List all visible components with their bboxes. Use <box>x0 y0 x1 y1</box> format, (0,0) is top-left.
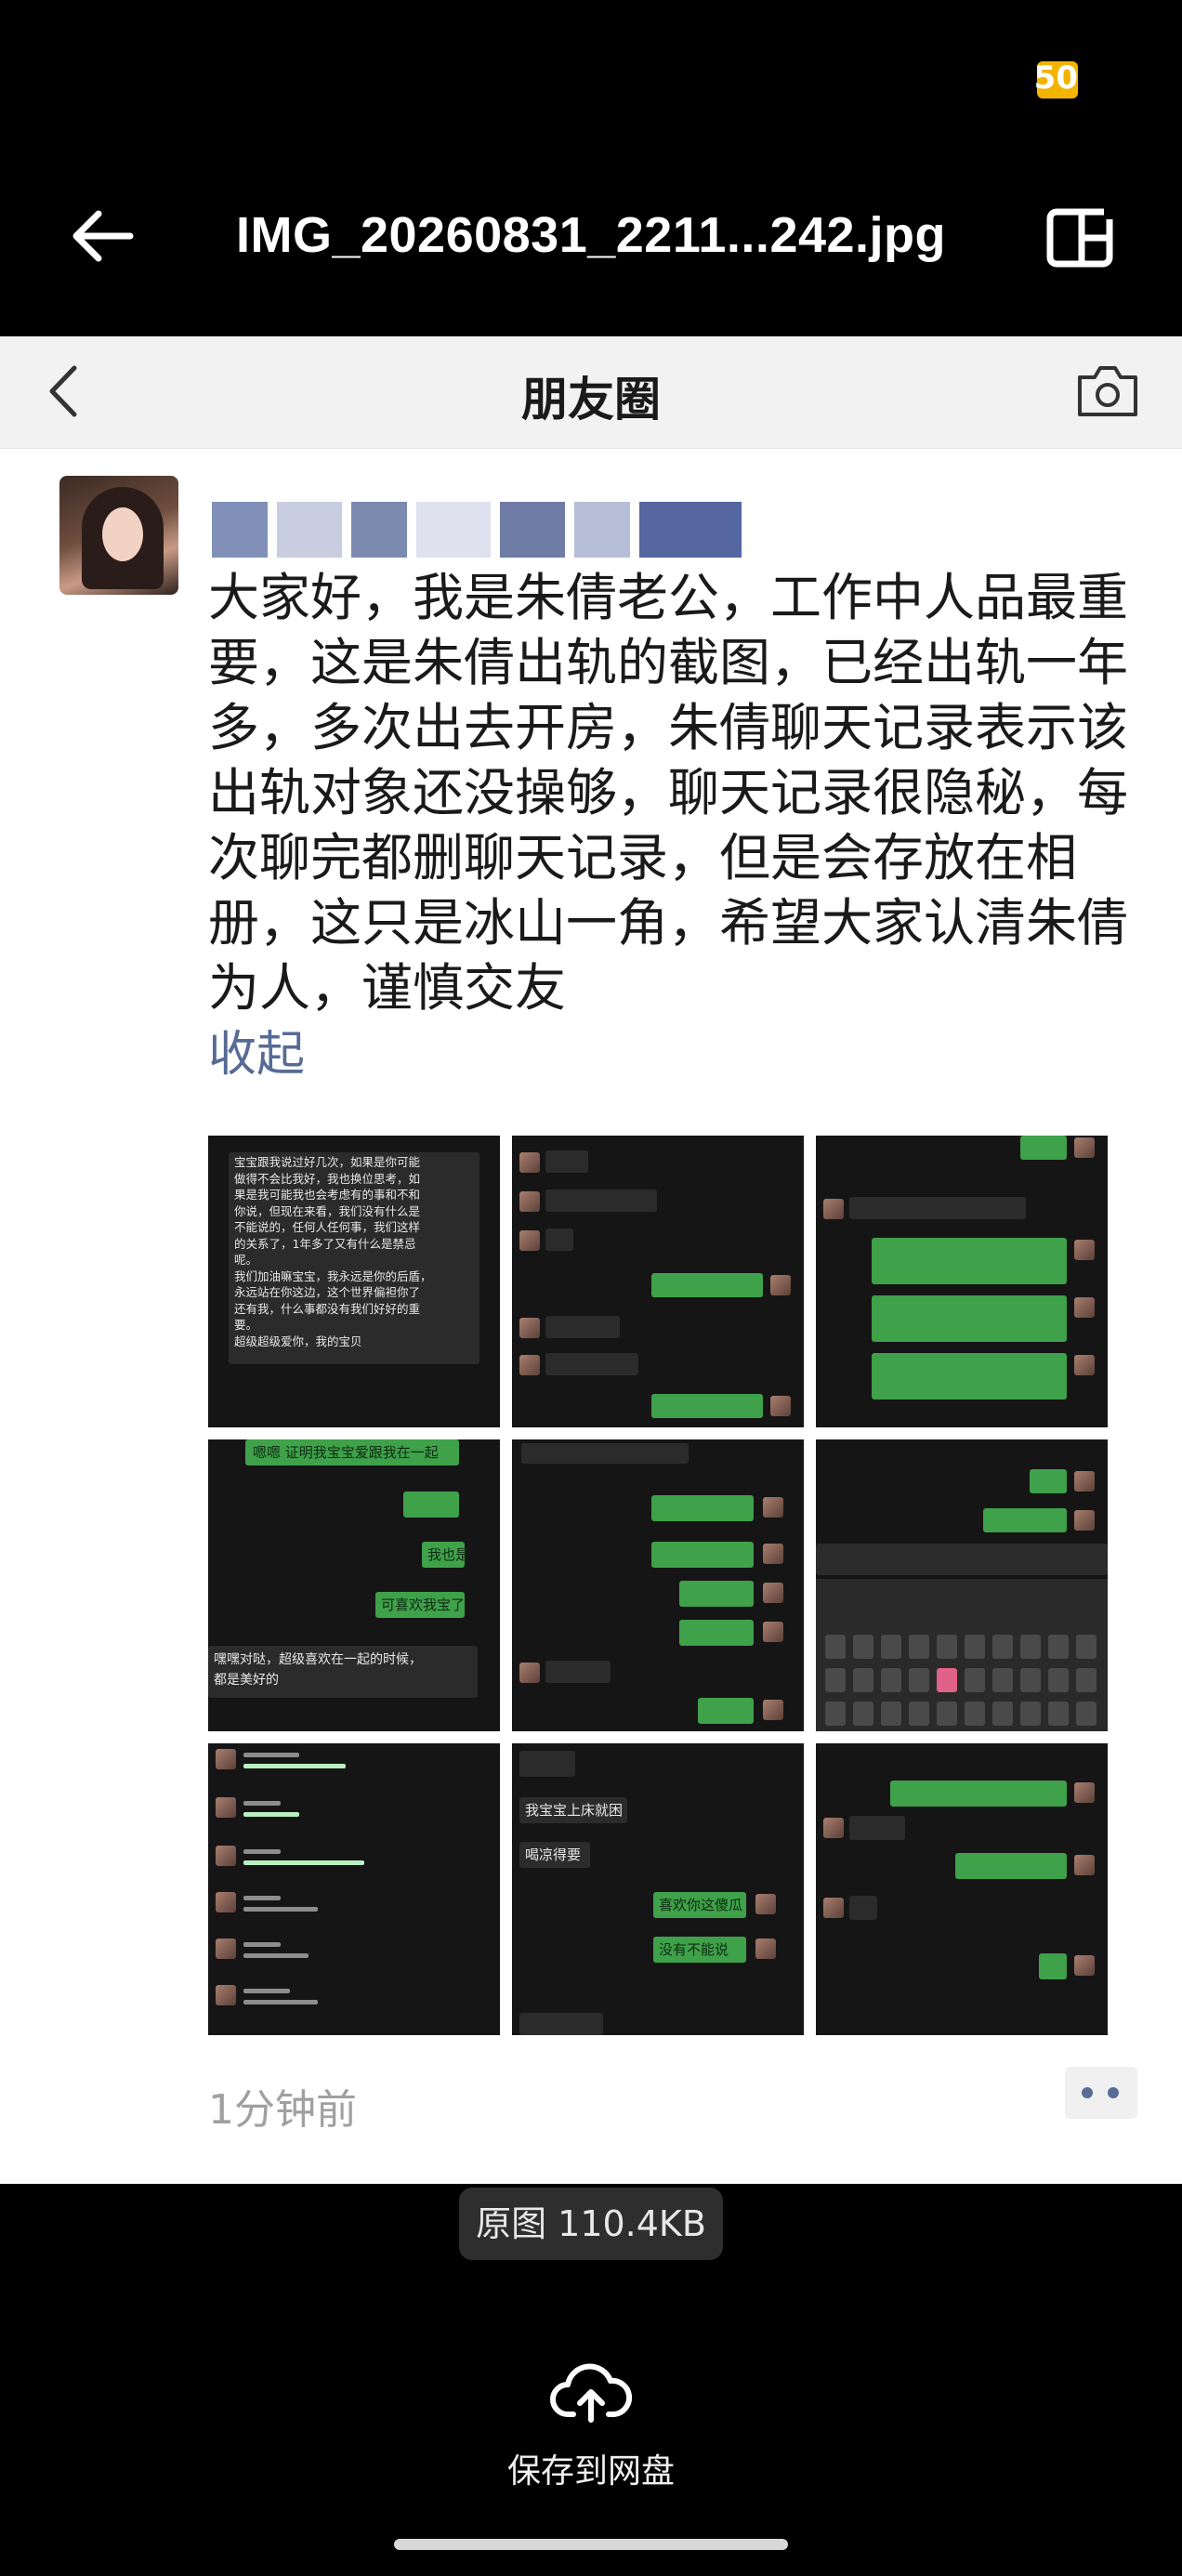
chat-screenshot-8: 我宝宝上床就困 喝凉得要 喜欢你这傻瓜 没有不能说 <box>512 1743 804 2035</box>
collapse-link: 收起 <box>208 1027 306 1083</box>
tile-text-line: 果是我可能我也会考虑有的事和不和 <box>234 1188 421 1202</box>
username-blurred <box>212 502 751 558</box>
view-original-button[interactable]: 原图 110.4KB <box>459 2188 723 2260</box>
post-text-line: 次聊完都删聊天记录，但是会存放在相 <box>208 828 1078 887</box>
tile-text: 我宝宝上床就困 <box>525 1802 624 1819</box>
chat-screenshot-6 <box>816 1439 1108 1731</box>
moments-title: 朋友圈 <box>521 373 661 427</box>
viewer-header: IMG_20260831_2211...242.jpg <box>0 167 1182 297</box>
chat-screenshot-4: 嗯嗯 证明我宝宝爱跟我在一起 我也是 可喜欢我宝了 嘿嘿对哒，超级喜欢在一起的时… <box>208 1439 500 1731</box>
battery-level: 50 <box>1033 59 1078 97</box>
tile-text: 没有不能说 <box>659 1941 729 1958</box>
tile-text-line: 都是美好的 <box>214 1673 279 1688</box>
more-options-icon <box>1065 2067 1137 2119</box>
chat-screenshot-1: 宝宝跟我说过好几次，如果是你可能 做得不会比我好，我也换位思考，如 果是我可能我… <box>208 1136 500 1427</box>
tile-text-line: 呢。 <box>234 1253 258 1267</box>
image-preview[interactable]: 朋友圈 大家好，我是朱倩老公，工作中人品最重 要，这是朱倩出轨的截图，已经出轨一… <box>0 336 1182 2184</box>
post-text-line: 为人，谨慎交友 <box>208 958 567 1018</box>
post-time: 1分钟前 <box>208 2086 357 2134</box>
cloud-upload-icon <box>550 2363 633 2423</box>
tile-text-line: 不能说的，任何人任何事，我们这样 <box>234 1220 421 1234</box>
photo-grid: 宝宝跟我说过好几次，如果是你可能 做得不会比我好，我也换位思考，如 果是我可能我… <box>208 1136 1108 2037</box>
chat-screenshot-9 <box>816 1743 1108 2035</box>
post-text-line: 出轨对象还没操够，聊天记录很隐秘，每 <box>208 763 1129 822</box>
status-bar: 50 <box>0 0 1182 158</box>
tile-text: 喝凉得要 <box>525 1847 582 1863</box>
post-text-line: 多，多次出去开房，朱倩聊天记录表示该 <box>208 698 1129 757</box>
tile-text-line: 超级超级爱你，我的宝贝 <box>234 1334 362 1348</box>
file-name: IMG_20260831_2211...242.jpg <box>235 207 947 263</box>
post-text: 大家好，我是朱倩老公，工作中人品最重 要，这是朱倩出轨的截图，已经出轨一年 多，… <box>208 565 1128 1020</box>
tile-text: 可喜欢我宝了 <box>381 1597 466 1613</box>
chat-screenshot-5 <box>512 1439 804 1731</box>
tile-text-line: 你说，但现在来看，我们没有什么是 <box>234 1203 421 1218</box>
post-text-line: 大家好，我是朱倩老公，工作中人品最重 <box>208 568 1129 627</box>
tile-text-line: 的关系了，1年多了又有什么是禁忌 <box>234 1236 416 1251</box>
tile-text-line: 宝宝跟我说过好几次，如果是你可能 <box>234 1155 421 1169</box>
tile-text: 嗯嗯 证明我宝宝爱跟我在一起 <box>253 1444 439 1461</box>
camera-icon <box>1078 366 1137 416</box>
post-text-line: 要，这是朱倩出轨的截图，已经出轨一年 <box>208 633 1129 692</box>
tile-text-line: 嘿嘿对哒，超级喜欢在一起的时候， <box>214 1652 422 1667</box>
tile-text-line: 做得不会比我好，我也换位思考，如 <box>234 1171 421 1186</box>
avatar <box>59 476 178 595</box>
post-text-line: 册，这只是冰山一角，希望大家认清朱倩 <box>208 893 1129 953</box>
moments-navbar: 朋友圈 <box>0 336 1182 449</box>
home-indicator[interactable] <box>394 2539 788 2550</box>
chat-screenshot-7 <box>208 1743 500 2035</box>
tile-text: 我也是 <box>427 1546 470 1563</box>
save-to-cloud-button[interactable]: 保存到网盘 <box>452 2360 730 2509</box>
keyboard <box>816 1579 1108 1731</box>
open-with-icon[interactable] <box>1043 199 1117 273</box>
tile-text: 喜欢你这傻瓜 <box>659 1897 743 1913</box>
tile-text-line: 永远站在你这边，这个世界偏袒你了 <box>234 1285 421 1299</box>
save-to-cloud-label: 保存到网盘 <box>506 2452 675 2491</box>
tile-text-line: 要。 <box>234 1318 258 1332</box>
tile-text-line: 我们加油嘛宝宝，我永远是你的后盾， <box>234 1268 432 1283</box>
chat-screenshot-3 <box>816 1136 1108 1427</box>
tile-text-line: 还有我，什么事都没有我们好好的重 <box>234 1301 421 1316</box>
chat-screenshot-2 <box>512 1136 804 1427</box>
